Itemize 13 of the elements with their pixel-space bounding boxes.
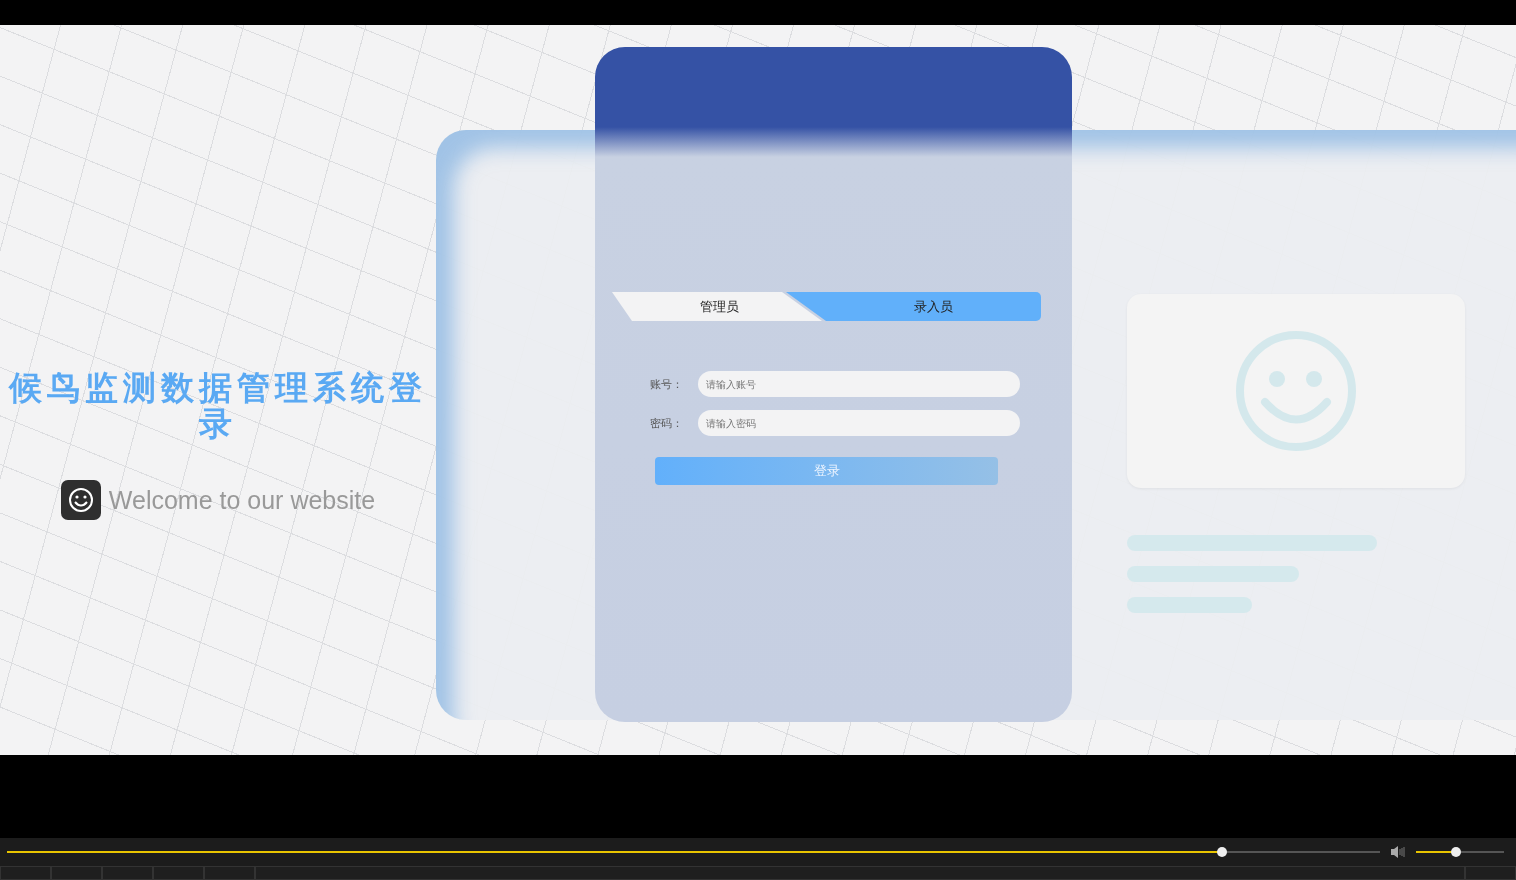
smiley-icon — [60, 480, 101, 520]
volume-icon[interactable] — [1390, 845, 1406, 859]
field-label: 账号： — [650, 376, 684, 392]
input-field[interactable]: 请输入账号 — [698, 371, 1020, 397]
welcome-text: Welcome to our website — [108, 485, 376, 515]
slider-thumb[interactable] — [1450, 847, 1461, 857]
field-label: 密码： — [650, 415, 684, 431]
slider-thumb[interactable] — [1217, 847, 1228, 857]
role-tab[interactable]: 管理员 — [612, 292, 822, 321]
page-title: 候鸟监测数据管理系统登录 — [7, 370, 428, 442]
smiley-icon — [1234, 329, 1358, 453]
input-field[interactable]: 请输入密码 — [698, 410, 1020, 436]
role-tab[interactable]: 录入员 — [786, 292, 1041, 321]
